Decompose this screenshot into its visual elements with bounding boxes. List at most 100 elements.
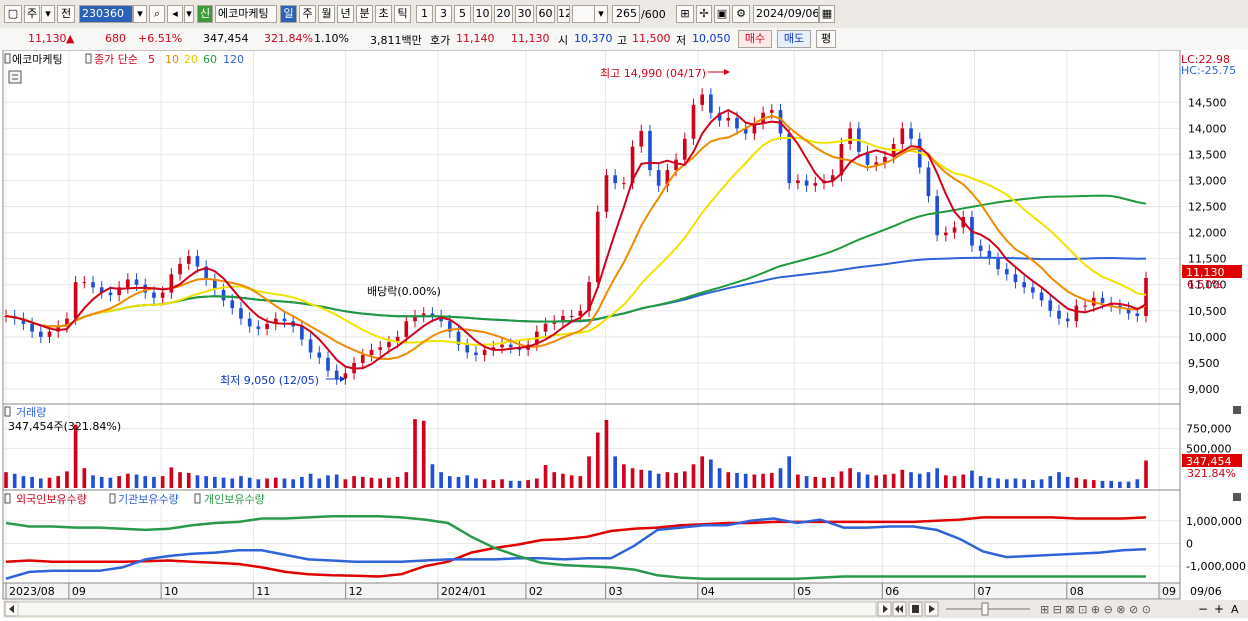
interval-button-20[interactable]: 20 — [494, 5, 513, 23]
open-price: 10,370 — [574, 32, 613, 45]
volume-bar — [300, 476, 304, 488]
volume-bar — [413, 419, 417, 488]
volume-bar — [317, 478, 322, 488]
volume-bar — [82, 468, 87, 488]
volume-bar — [909, 472, 913, 488]
toolbar-icons[interactable]: ⊞ ⊟ ⊠ ⊡ ⊕ ⊖ ⊗ ⊘ ⊙ — [1040, 603, 1151, 616]
zoom-slider-handle[interactable] — [981, 602, 989, 616]
sell-button[interactable]: 매도 — [777, 30, 811, 48]
volume-bar — [273, 477, 278, 488]
candle-body — [1048, 300, 1053, 311]
legend-ma-label: 종가 단순 — [94, 53, 138, 66]
candle-body — [691, 104, 696, 139]
interval-button-30[interactable]: 30 — [515, 5, 534, 23]
volume-bar — [152, 476, 156, 488]
candle-body — [178, 263, 182, 275]
candle-body — [656, 170, 661, 186]
price-tick-label: 14,000 — [1188, 122, 1227, 135]
count-input[interactable]: 265 — [612, 5, 640, 23]
speaker-icon[interactable]: ◂ — [167, 5, 183, 23]
volume-bar — [447, 476, 452, 488]
interval-dropdown-icon[interactable]: ▾ — [594, 5, 608, 23]
volume-bar — [813, 476, 818, 488]
volume-tick-label: 500,000 — [1186, 442, 1232, 455]
volume-bar — [421, 420, 426, 488]
period-button-minute[interactable]: 분 — [356, 5, 373, 23]
price-tick-label: 10,000 — [1188, 331, 1227, 344]
candle-body — [239, 308, 243, 319]
search-icon[interactable]: ⌕ — [149, 5, 165, 23]
volume-bar — [822, 477, 826, 488]
interval-button-120[interactable]: 120 — [557, 5, 570, 23]
investor-tick-label: -1,000,000 — [1186, 560, 1246, 573]
period-dropdown-icon[interactable]: ▾ — [41, 5, 55, 23]
tools-icon[interactable]: ⊞ — [676, 5, 694, 23]
candle-body — [1031, 287, 1035, 293]
volume-bar — [1065, 476, 1070, 488]
gear-icon[interactable]: ⚙ — [732, 5, 750, 23]
volume-bar — [944, 475, 948, 488]
buy-button[interactable]: 매수 — [738, 30, 772, 48]
candle-body — [909, 128, 913, 139]
period-button-day[interactable]: 일 — [280, 5, 297, 23]
volume-panel-close-icon[interactable] — [1233, 406, 1241, 414]
x-end-label: 09/06 — [1190, 585, 1222, 598]
legend-foreign: 외국인보유수량 — [16, 493, 87, 506]
zoom-in-icon[interactable]: + — [1214, 602, 1224, 616]
volume-bar — [387, 477, 391, 488]
scroll-track[interactable] — [17, 601, 877, 617]
zoom-out-icon[interactable]: − — [1198, 602, 1208, 616]
candle-body — [1004, 269, 1009, 275]
candle-body — [91, 282, 95, 288]
interval-button-60[interactable]: 60 — [536, 5, 555, 23]
period-button-year[interactable]: 년 — [337, 5, 354, 23]
crosshair-icon[interactable]: ✢ — [696, 5, 712, 23]
period-button-month[interactable]: 월 — [318, 5, 335, 23]
volume-bar — [439, 472, 443, 488]
volume-bar — [91, 475, 95, 488]
x-tick-label: 2024/01 — [441, 585, 487, 598]
volume-bar — [204, 476, 208, 488]
candle-body — [282, 318, 287, 322]
candle-body — [1074, 305, 1079, 322]
volume-bar — [117, 476, 121, 488]
auto-scale-icon[interactable]: A — [1231, 603, 1239, 616]
save-icon[interactable]: ▣ — [714, 5, 730, 23]
period-button-tick[interactable]: 틱 — [394, 5, 411, 23]
speaker-dropdown-icon[interactable]: ▾ — [184, 5, 194, 23]
candle-body — [952, 227, 957, 233]
price-tick-label: 14,500 — [1188, 96, 1227, 109]
candle-body — [126, 279, 130, 288]
volume-bar — [482, 479, 487, 488]
price-tick-label: 13,500 — [1188, 148, 1227, 161]
grid-toggle-icon[interactable] — [8, 70, 22, 84]
calendar-icon[interactable]: ▦ — [819, 5, 835, 23]
current-price: 11,130 — [28, 32, 67, 45]
interval-button-1[interactable]: 1 — [416, 5, 433, 23]
code-dropdown-icon[interactable]: ▾ — [133, 5, 147, 23]
volume-bar — [265, 478, 269, 488]
chart-type-icon[interactable]: ▢ — [4, 5, 22, 23]
interval-button-10[interactable]: 10 — [473, 5, 492, 23]
evaluate-button[interactable]: 평 — [816, 30, 836, 48]
volume-bar — [1057, 472, 1061, 488]
price-tick-label: 13,000 — [1188, 174, 1227, 187]
candle-body — [569, 316, 574, 317]
candle-body — [700, 94, 705, 105]
candle-body — [900, 128, 905, 144]
volume-bar — [735, 472, 739, 488]
investor-panel-close-icon[interactable] — [1233, 493, 1241, 501]
interval-button-5[interactable]: 5 — [454, 5, 471, 23]
volume-bar — [213, 476, 217, 488]
volume-bar — [856, 472, 861, 488]
investor-tick-label: 0 — [1186, 538, 1193, 551]
candle-body — [265, 323, 269, 330]
stock-code-input[interactable]: 230360 — [79, 5, 133, 23]
interval-button-3[interactable]: 3 — [435, 5, 452, 23]
prev-button[interactable]: 전 — [57, 5, 75, 23]
date-input[interactable]: 2024/09/06 — [753, 5, 819, 23]
period-button-second[interactable]: 초 — [375, 5, 392, 23]
period-type-select[interactable]: 주 — [24, 5, 40, 23]
period-button-week[interactable]: 주 — [299, 5, 316, 23]
x-tick-label: 02 — [529, 585, 543, 598]
